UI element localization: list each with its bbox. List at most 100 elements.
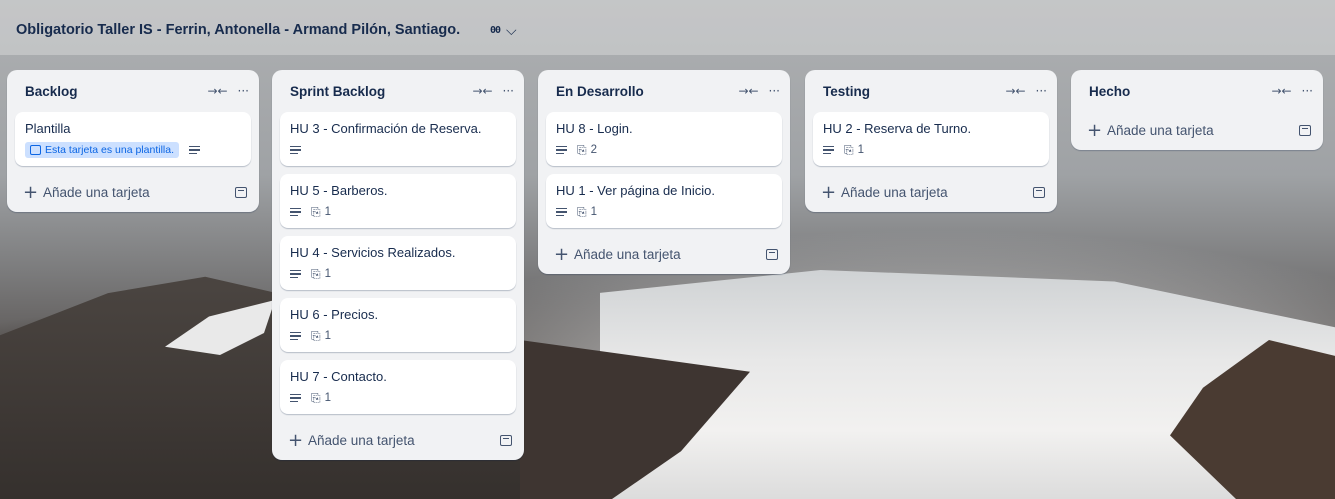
card-title: HU 8 - Login. xyxy=(556,121,633,136)
paperclip-icon: ⎘ xyxy=(577,204,587,219)
list-title[interactable]: Backlog xyxy=(25,84,197,99)
list-title[interactable]: Sprint Backlog xyxy=(290,84,462,99)
board-header: Obligatorio Taller IS - Ferrin, Antonell… xyxy=(0,0,1335,55)
card[interactable]: HU 7 - Contacto. ⎘ 1 xyxy=(280,360,516,414)
add-card-label: Añade una tarjeta xyxy=(308,432,415,448)
card-badges xyxy=(290,142,506,158)
plus-icon: + xyxy=(23,181,39,203)
list-title[interactable]: Testing xyxy=(823,84,995,99)
card-badges: ⎘ 1 xyxy=(290,390,506,406)
collapse-list-icon[interactable]: →← xyxy=(1005,84,1025,98)
list-menu-icon[interactable]: ··· xyxy=(769,84,780,98)
card[interactable]: HU 1 - Ver página de Inicio. ⎘ 1 xyxy=(546,174,782,228)
list-header: Hecho →← ··· xyxy=(1071,70,1323,112)
list-backlog: Backlog →← ··· Plantilla Esta tarjeta es… xyxy=(7,70,259,212)
plus-icon: + xyxy=(288,429,304,451)
description-icon xyxy=(290,268,301,281)
list-title[interactable]: Hecho xyxy=(1089,84,1261,99)
add-card-label: Añade una tarjeta xyxy=(574,246,681,262)
card[interactable]: HU 6 - Precios. ⎘ 1 xyxy=(280,298,516,352)
plus-icon: + xyxy=(821,181,837,203)
attachment-count: 1 xyxy=(857,144,865,156)
attachments-badge: ⎘ 1 xyxy=(577,205,597,220)
add-card-button[interactable]: + Añade una tarjeta xyxy=(538,236,790,272)
create-from-template-icon[interactable] xyxy=(500,434,512,446)
card-title: HU 3 - Confirmación de Reserva. xyxy=(290,121,482,136)
card-badges: ⎘ 2 xyxy=(556,142,772,158)
card-badges: Esta tarjeta es una plantilla. xyxy=(25,142,241,158)
plus-icon: + xyxy=(554,243,570,265)
list-testing: Testing →← ··· HU 2 - Reserva de Turno. … xyxy=(805,70,1057,212)
plus-icon: + xyxy=(1087,119,1103,141)
list-header: Sprint Backlog →← ··· xyxy=(272,70,524,112)
card-badges: ⎘ 1 xyxy=(823,142,1039,158)
list-header: En Desarrollo →← ··· xyxy=(538,70,790,112)
paperclip-icon: ⎘ xyxy=(311,204,321,219)
card[interactable]: HU 3 - Confirmación de Reserva. xyxy=(280,112,516,166)
card-title: Plantilla xyxy=(25,121,71,136)
list-title[interactable]: En Desarrollo xyxy=(556,84,728,99)
card[interactable]: Plantilla Esta tarjeta es una plantilla. xyxy=(15,112,251,166)
attachments-badge: ⎘ 1 xyxy=(844,143,864,158)
card-title: HU 2 - Reserva de Turno. xyxy=(823,121,972,136)
collapse-list-icon[interactable]: →← xyxy=(207,84,227,98)
board-view-switcher[interactable]: 00 ⌵ xyxy=(490,18,517,42)
attachment-count: 1 xyxy=(324,268,332,280)
create-from-template-icon[interactable] xyxy=(766,248,778,260)
list-menu-icon[interactable]: ··· xyxy=(1036,84,1047,98)
collapse-list-icon[interactable]: →← xyxy=(738,84,758,98)
add-card-button[interactable]: + Añade una tarjeta xyxy=(272,422,524,458)
add-card-label: Añade una tarjeta xyxy=(43,184,150,200)
description-icon xyxy=(556,206,567,219)
card[interactable]: HU 2 - Reserva de Turno. ⎘ 1 xyxy=(813,112,1049,166)
attachments-badge: ⎘ 2 xyxy=(577,143,597,158)
add-card-label: Añade una tarjeta xyxy=(841,184,948,200)
attachment-count: 1 xyxy=(324,392,332,404)
paperclip-icon: ⎘ xyxy=(311,390,321,405)
list-menu-icon[interactable]: ··· xyxy=(238,84,249,98)
card-badges: ⎘ 1 xyxy=(556,204,772,220)
list-menu-icon[interactable]: ··· xyxy=(503,84,514,98)
description-icon xyxy=(290,330,301,343)
chevron-down-icon: ⌵ xyxy=(506,21,517,38)
template-icon xyxy=(30,145,41,155)
attachment-count: 1 xyxy=(324,206,332,218)
card-title: HU 4 - Servicios Realizados. xyxy=(290,245,456,260)
create-from-template-icon[interactable] xyxy=(1033,186,1045,198)
add-card-button[interactable]: + Añade una tarjeta xyxy=(1071,112,1323,148)
paperclip-icon: ⎘ xyxy=(577,142,587,157)
card-badges: ⎘ 1 xyxy=(290,266,506,282)
board-title[interactable]: Obligatorio Taller IS - Ferrin, Antonell… xyxy=(16,22,460,38)
description-icon xyxy=(290,144,301,157)
add-card-button[interactable]: + Añade una tarjeta xyxy=(805,174,1057,210)
description-icon xyxy=(290,206,301,219)
attachment-count: 1 xyxy=(590,206,598,218)
list-sprint-backlog: Sprint Backlog →← ··· HU 3 - Confirmació… xyxy=(272,70,524,460)
card-title: HU 1 - Ver página de Inicio. xyxy=(556,183,715,198)
create-from-template-icon[interactable] xyxy=(235,186,247,198)
attachments-badge: ⎘ 1 xyxy=(311,391,331,406)
collapse-list-icon[interactable]: →← xyxy=(1271,84,1291,98)
list-menu-icon[interactable]: ··· xyxy=(1302,84,1313,98)
card-title: HU 5 - Barberos. xyxy=(290,183,388,198)
paperclip-icon: ⎘ xyxy=(311,266,321,281)
description-icon xyxy=(189,144,200,157)
card-title: HU 6 - Precios. xyxy=(290,307,379,322)
card-badges: ⎘ 1 xyxy=(290,204,506,220)
list-en-desarrollo: En Desarrollo →← ··· HU 8 - Login. ⎘ 2 H… xyxy=(538,70,790,274)
attachments-badge: ⎘ 1 xyxy=(311,329,331,344)
card[interactable]: HU 8 - Login. ⎘ 2 xyxy=(546,112,782,166)
description-icon xyxy=(290,392,301,405)
card[interactable]: HU 4 - Servicios Realizados. ⎘ 1 xyxy=(280,236,516,290)
attachment-count: 2 xyxy=(590,144,598,156)
add-card-button[interactable]: + Añade una tarjeta xyxy=(7,174,259,210)
create-from-template-icon[interactable] xyxy=(1299,124,1311,136)
collapse-list-icon[interactable]: →← xyxy=(472,84,492,98)
attachments-badge: ⎘ 1 xyxy=(311,267,331,282)
list-header: Backlog →← ··· xyxy=(7,70,259,112)
card[interactable]: HU 5 - Barberos. ⎘ 1 xyxy=(280,174,516,228)
attachments-badge: ⎘ 1 xyxy=(311,205,331,220)
card-badges: ⎘ 1 xyxy=(290,328,506,344)
add-card-label: Añade una tarjeta xyxy=(1107,122,1214,138)
description-icon xyxy=(556,144,567,157)
